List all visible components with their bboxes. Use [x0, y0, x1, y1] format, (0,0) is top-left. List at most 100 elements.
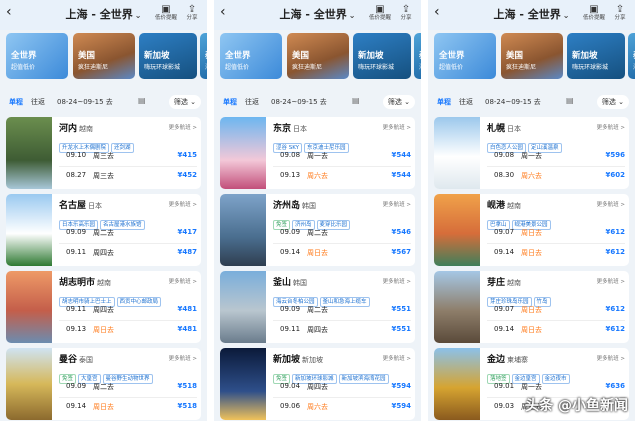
tab-one-way[interactable]: 单程	[223, 97, 237, 107]
bell-icon: ▣	[589, 4, 599, 15]
share-button[interactable]: ⇪ 分享	[607, 4, 633, 22]
flight-day: 周二去	[93, 229, 114, 237]
flight-row[interactable]: 09.13 周日去 ¥481	[59, 322, 197, 336]
flight-row[interactable]: 09.11 周四去 ¥487	[59, 245, 197, 259]
flight-row[interactable]: 09.14 周日去 ¥612	[487, 322, 625, 336]
flight-date: 09.14	[280, 248, 301, 256]
flight-day: 周六去	[307, 172, 328, 180]
destination-card[interactable]: 新加坡 新加坡 更多航班 > 免签 新加坡环球影城 新加坡滨海湾花园 09.04 周四去 ¥59…	[220, 348, 415, 420]
flight-row[interactable]: 09.11 周四去 ¥551	[273, 322, 411, 336]
destination-photo	[6, 271, 52, 343]
destination-card[interactable]: 芽庄 越南 更多航班 > 芽庄珍珠岛乐园 竹岛 09.07 周日去 ¥612 09.14 周日去 ¥…	[434, 271, 629, 343]
calendar-icon[interactable]: ▤	[352, 96, 360, 105]
flight-row[interactable]: 09.11 周四去 ¥481	[59, 302, 197, 316]
destination-banner[interactable]: 泰海	[628, 33, 635, 79]
flight-row[interactable]: 09.08 周一去 ¥596	[487, 148, 625, 162]
flight-row[interactable]: 09.04 周四去 ¥594	[273, 379, 411, 393]
flight-row[interactable]: 09.14 周日去 ¥567	[273, 245, 411, 259]
filter-button[interactable]: 筛选 ⌄	[382, 95, 415, 109]
flight-day: 周日去	[307, 249, 328, 257]
share-icon: ⇪	[187, 4, 197, 15]
chevron-down-icon: ⌄	[187, 98, 196, 106]
more-flights-link[interactable]: 更多航班 >	[169, 354, 197, 362]
more-flights-link[interactable]: 更多航班 >	[597, 354, 625, 362]
share-button[interactable]: ⇪ 分享	[179, 4, 205, 22]
flight-price: ¥544	[391, 151, 411, 159]
tab-one-way[interactable]: 单程	[437, 97, 451, 107]
flight-day: 周六去	[521, 172, 542, 180]
destination-card[interactable]: 东京 日本 更多航班 > 涩谷 SKY 东京迪士尼乐园 09.08 周一去 ¥544 09.13…	[220, 117, 415, 189]
date-range[interactable]: 08-24~09-15 去	[485, 97, 541, 107]
flight-day: 周日去	[521, 229, 542, 237]
destination-banner[interactable]: 泰海	[414, 33, 421, 79]
more-flights-link[interactable]: 更多航班 >	[383, 277, 411, 285]
flight-row[interactable]: 09.09 周二去 ¥518	[59, 379, 197, 393]
flight-row[interactable]: 09.06 周六去 ¥594	[273, 399, 411, 413]
flight-row[interactable]: 09.07 周日去 ¥612	[487, 302, 625, 316]
more-flights-link[interactable]: 更多航班 >	[597, 123, 625, 131]
flight-date: 09.04	[280, 382, 301, 390]
flight-row[interactable]: 09.14 周日去 ¥518	[59, 399, 197, 413]
flight-row[interactable]: 09.09 周二去 ¥551	[273, 302, 411, 316]
flight-row[interactable]: 09.08 周一去 ¥544	[273, 148, 411, 162]
destination-banner[interactable]: 新加坡 嗨玩环球影城	[567, 33, 625, 79]
share-button[interactable]: ⇪ 分享	[393, 4, 419, 22]
tab-round-trip[interactable]: 往返	[31, 97, 45, 107]
flight-row[interactable]: 09.10 周三去 ¥415	[59, 148, 197, 162]
destination-banner[interactable]: 新加坡 嗨玩环球影城	[353, 33, 411, 79]
filter-button[interactable]: 筛选 ⌄	[168, 95, 201, 109]
flight-row[interactable]: 09.07 周日去 ¥612	[487, 225, 625, 239]
date-range[interactable]: 08-24~09-15 去	[271, 97, 327, 107]
destination-banner[interactable]: 美国 疯狂迪斯尼	[501, 33, 563, 79]
flight-row[interactable]: 09.14 周日去 ¥612	[487, 245, 625, 259]
destination-banner[interactable]: 泰海	[200, 33, 207, 79]
destination-card[interactable]: 河内 越南 更多航班 > 升龙水上木偶剧院 还剑湖 09.10 周三去 ¥415 08.27 周三…	[6, 117, 201, 189]
destination-card[interactable]: 济州岛 韩国 更多航班 > 免签 济州岛 麦穿比乐园 09.09 周二去 ¥546 09.14 周日…	[220, 194, 415, 266]
destination-banner[interactable]: 全世界 超值低价	[434, 33, 496, 79]
destination-banner[interactable]: 新加坡 嗨玩环球影城	[139, 33, 197, 79]
more-flights-link[interactable]: 更多航班 >	[383, 354, 411, 362]
flight-row[interactable]: 09.01 周一去 ¥636	[487, 379, 625, 393]
calendar-icon[interactable]: ▤	[138, 96, 146, 105]
destination-card[interactable]: 岘港 越南 更多航班 > 巴拿山 岘港美景公园 09.07 周日去 ¥612 09.14 周日去 ¥…	[434, 194, 629, 266]
flight-row[interactable]: 09.09 周二去 ¥417	[59, 225, 197, 239]
tab-one-way[interactable]: 单程	[9, 97, 23, 107]
destination-photo	[434, 348, 480, 420]
flight-row[interactable]: 09.13 周六去 ¥544	[273, 168, 411, 182]
calendar-icon[interactable]: ▤	[566, 96, 574, 105]
more-flights-link[interactable]: 更多航班 >	[383, 200, 411, 208]
flight-day: 周日去	[521, 249, 542, 257]
date-range[interactable]: 08-24~09-15 去	[57, 97, 113, 107]
destination-banner[interactable]: 美国 疯狂迪斯尼	[73, 33, 135, 79]
destination-banner[interactable]: 美国 疯狂迪斯尼	[287, 33, 349, 79]
price-alert-button[interactable]: ▣ 低价提醒	[367, 4, 393, 22]
destination-city: 新加坡	[273, 355, 301, 365]
destination-photo	[6, 117, 52, 189]
more-flights-link[interactable]: 更多航班 >	[169, 123, 197, 131]
more-flights-link[interactable]: 更多航班 >	[597, 277, 625, 285]
flight-date: 09.11	[66, 305, 87, 313]
destination-banner[interactable]: 全世界 超值低价	[220, 33, 282, 79]
destination-photo	[220, 194, 266, 266]
banner-title: 全世界	[225, 51, 251, 61]
price-alert-button[interactable]: ▣ 低价提醒	[581, 4, 607, 22]
destination-card[interactable]: 胡志明市 越南 更多航班 > 胡志明市骑上巴士上 西贡中心邮政局 09.11 周四去 ¥481…	[6, 271, 201, 343]
filter-button[interactable]: 筛选 ⌄	[596, 95, 629, 109]
more-flights-link[interactable]: 更多航班 >	[169, 277, 197, 285]
tab-round-trip[interactable]: 往返	[245, 97, 259, 107]
more-flights-link[interactable]: 更多航班 >	[169, 200, 197, 208]
more-flights-link[interactable]: 更多航班 >	[383, 123, 411, 131]
more-flights-link[interactable]: 更多航班 >	[597, 200, 625, 208]
destination-card[interactable]: 釜山 韩国 更多航班 > 海云台冬柏公园 釜山和急海上缆车 09.09 周二去 ¥551 09.…	[220, 271, 415, 343]
flight-row[interactable]: 09.09 周二去 ¥546	[273, 225, 411, 239]
price-alert-button[interactable]: ▣ 低价提醒	[153, 4, 179, 22]
flight-row[interactable]: 08.27 周三去 ¥452	[59, 168, 197, 182]
destination-banner[interactable]: 全世界 超值低价	[6, 33, 68, 79]
destination-card[interactable]: 名古屋 日本 更多航班 > 日本乐高乐园 名古屋港水族馆 09.09 周二去 ¥417 09.1…	[6, 194, 201, 266]
flight-date: 09.09	[280, 228, 301, 236]
tab-round-trip[interactable]: 往返	[459, 97, 473, 107]
destination-card[interactable]: 札幌 日本 更多航班 > 白色恋人公园 定山溪温泉 09.08 周一去 ¥596 08.30 周六…	[434, 117, 629, 189]
banner-subtitle: 超值低价	[439, 64, 464, 71]
destination-card[interactable]: 曼谷 泰国 更多航班 > 免签 大皇宫 曼谷野生动物世界 09.09 周二去 ¥518 09.14…	[6, 348, 201, 420]
flight-row[interactable]: 08.30 周六去 ¥602	[487, 168, 625, 182]
